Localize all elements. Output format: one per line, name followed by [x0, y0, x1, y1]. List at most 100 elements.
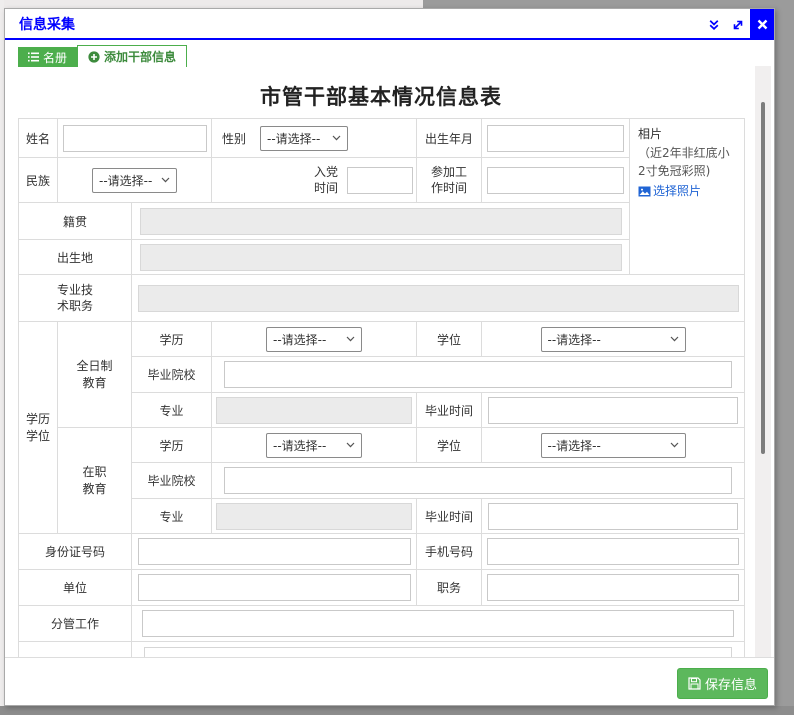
edu-degree-group-label: 学历学位: [24, 411, 52, 443]
save-button[interactable]: 保存信息: [677, 668, 768, 699]
onjob-edu-level-label: 学历: [132, 428, 212, 463]
onjob-degree-select[interactable]: --请选择--: [541, 433, 686, 458]
fulltime-major-input[interactable]: [216, 397, 412, 424]
birth-place-label: 出生地: [19, 240, 132, 275]
name-label: 姓名: [19, 119, 58, 158]
tab-add-cadre-label: 添加干部信息: [104, 48, 176, 65]
work-start-time-label: 参加工作时间: [429, 164, 470, 196]
fulltime-edu-label: 全日制教育: [74, 358, 115, 390]
position-label: 职务: [417, 570, 482, 606]
native-place-input[interactable]: [140, 208, 622, 235]
name-input[interactable]: [63, 125, 207, 152]
onjob-major-label: 专业: [132, 499, 212, 534]
professional-title-label: 专业技术职务: [53, 282, 97, 314]
chevron-down-icon: [161, 177, 170, 183]
photo-cell: 相片 （近2年非红底小2寸免冠彩照) 选择照片: [630, 119, 745, 275]
fulltime-school-label: 毕业院校: [132, 357, 212, 393]
tab-add-cadre[interactable]: 添加干部信息: [77, 45, 187, 69]
image-icon: [638, 186, 651, 197]
id-number-label: 身份证号码: [19, 534, 132, 570]
onjob-grad-time-input[interactable]: [488, 503, 738, 530]
ethnicity-label: 民族: [19, 158, 58, 203]
tab-roster[interactable]: 名册: [18, 47, 77, 67]
photo-note: （近2年非红底小2寸免冠彩照): [638, 144, 737, 181]
fulltime-grad-time-label: 毕业时间: [417, 393, 482, 428]
birth-place-input[interactable]: [140, 244, 622, 271]
content-scrollbar-track[interactable]: [755, 66, 771, 657]
onjob-school-input[interactable]: [224, 467, 732, 494]
onjob-school-label: 毕业院校: [132, 463, 212, 499]
party-join-time-input[interactable]: [347, 167, 413, 194]
work-unit-label: 单位: [19, 570, 132, 606]
dialog-title: 信息采集: [19, 14, 75, 34]
row-duty: 分管工作: [19, 606, 745, 642]
onjob-edu-label: 在职教育: [80, 464, 110, 496]
row-unit-position: 单位 职务: [19, 570, 745, 606]
fulltime-edu-level-label: 学历: [132, 322, 212, 357]
photo-label: 相片: [638, 125, 741, 144]
close-button[interactable]: [750, 9, 774, 40]
page-background-top-right: [423, 0, 794, 8]
expand-arrows-icon: [731, 18, 745, 32]
close-icon: [757, 19, 768, 30]
tab-bar: 名册 添加干部信息: [5, 47, 774, 69]
gender-select[interactable]: --请选择--: [260, 126, 348, 151]
dialog-footer: 保存信息: [5, 657, 774, 705]
onjob-edu-level-select[interactable]: --请选择--: [266, 433, 362, 458]
position-input[interactable]: [487, 574, 739, 601]
form-scroll-area: 市管干部基本情况信息表 姓名 性别 --请选择--: [5, 67, 774, 658]
form-title: 市管干部基本情况信息表: [5, 81, 757, 111]
row-id-mobile: 身份证号码 手机号码: [19, 534, 745, 570]
double-chevron-down-icon: [707, 18, 721, 32]
row-onjob-level: 在职教育 学历 --请选择-- 学位 --请选择--: [19, 428, 745, 463]
work-unit-input[interactable]: [138, 574, 411, 601]
native-place-label: 籍贯: [19, 203, 132, 240]
fulltime-edu-level-select[interactable]: --请选择--: [266, 327, 362, 352]
maximize-button[interactable]: [726, 9, 750, 40]
content-scrollbar-thumb[interactable]: [761, 102, 765, 454]
choose-photo-link[interactable]: 选择照片: [638, 182, 741, 201]
fulltime-degree-label: 学位: [417, 322, 482, 357]
chevron-down-icon: [346, 336, 355, 342]
row-name-gender-birth: 姓名 性别 --请选择-- 出生年月 相片 （近2年非红底小2寸免冠彩照): [19, 119, 745, 158]
fulltime-grad-time-input[interactable]: [488, 397, 738, 424]
ethnicity-select[interactable]: --请选择--: [92, 168, 177, 193]
work-start-time-input[interactable]: [487, 167, 624, 194]
page-background-bottom: [0, 706, 794, 715]
plus-circle-icon: [88, 51, 100, 63]
chevron-down-icon: [670, 336, 679, 342]
dialog-titlebar: 信息采集: [5, 9, 774, 40]
gender-label: 性别: [222, 130, 246, 147]
cadre-info-form-table: 姓名 性别 --请选择-- 出生年月 相片 （近2年非红底小2寸免冠彩照): [18, 118, 745, 658]
fulltime-school-input[interactable]: [224, 361, 732, 388]
save-button-label: 保存信息: [705, 674, 757, 693]
birth-date-label: 出生年月: [417, 119, 482, 158]
onjob-major-input[interactable]: [216, 503, 412, 530]
duty-label: 分管工作: [19, 606, 132, 642]
tab-roster-label: 名册: [43, 49, 67, 66]
row-awards: 奖励情况 （县处级以上奖励）: [19, 642, 745, 659]
professional-title-input[interactable]: [138, 285, 739, 312]
row-professional-title: 专业技术职务: [19, 275, 745, 322]
onjob-grad-time-label: 毕业时间: [417, 499, 482, 534]
collapse-button[interactable]: [702, 9, 726, 40]
list-icon: [28, 52, 39, 62]
page-background-top-left: [0, 0, 423, 8]
chevron-down-icon: [346, 442, 355, 448]
floppy-disk-icon: [688, 677, 701, 690]
info-collect-dialog: 信息采集: [4, 8, 775, 706]
party-join-time-label: 入党时间: [312, 164, 340, 196]
mobile-input[interactable]: [487, 538, 739, 565]
chevron-down-icon: [332, 135, 341, 141]
mobile-label: 手机号码: [417, 534, 482, 570]
birth-date-input[interactable]: [487, 125, 624, 152]
titlebar-buttons: [702, 9, 774, 40]
page-background-right: [775, 0, 794, 715]
onjob-degree-label: 学位: [417, 428, 482, 463]
id-number-input[interactable]: [138, 538, 411, 565]
fulltime-major-label: 专业: [132, 393, 212, 428]
row-fulltime-level: 学历学位 全日制教育 学历 --请选择-- 学位 --请选择--: [19, 322, 745, 357]
duty-input[interactable]: [142, 610, 734, 637]
fulltime-degree-select[interactable]: --请选择--: [541, 327, 686, 352]
chevron-down-icon: [670, 442, 679, 448]
